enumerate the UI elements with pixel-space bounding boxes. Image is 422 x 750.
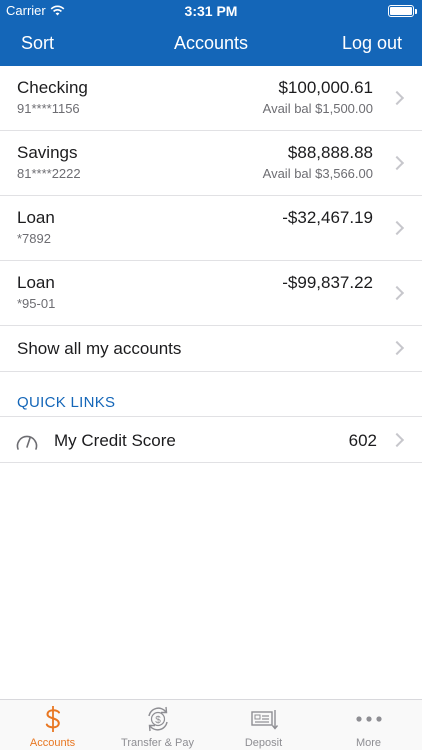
credit-score-value: 602 [348,431,377,450]
chevron-right-icon [389,285,405,301]
chevron-right-icon [389,432,405,448]
chevron-right-icon [389,220,405,236]
tab-label: Accounts [29,737,76,749]
deposit-check-icon [250,710,278,730]
account-name: Loan [17,208,55,227]
dollar-icon [45,706,60,732]
gauge-icon [16,435,38,450]
status-time: 3:31 PM [184,3,238,19]
tab-bar: Accounts $ Transfer & Pay Deposit More [0,699,422,750]
account-balance: $88,888.88 [287,143,373,162]
account-row-loan-9501[interactable]: Loan *95-01 -$99,837.22 [0,261,422,326]
account-name: Checking [17,78,88,97]
navigation-bar: Sort Accounts Log out [0,22,422,66]
available-balance: Avail bal $1,500.00 [262,101,373,116]
account-number: *95-01 [17,296,56,311]
tab-label: Transfer & Pay [121,737,194,749]
tab-more[interactable]: More [316,700,421,750]
tab-accounts[interactable]: Accounts [0,700,105,750]
credit-score-row[interactable]: My Credit Score 602 [0,416,422,463]
svg-text:$: $ [155,715,161,726]
logout-button[interactable]: Log out [342,33,402,54]
tab-label: Deposit [244,737,283,749]
available-balance: Avail bal $3,566.00 [262,166,373,181]
transfer-icon: $ [147,706,168,732]
chevron-right-icon [389,340,405,356]
credit-score-label: My Credit Score [54,431,176,450]
battery-icon [388,5,417,17]
account-row-checking[interactable]: Checking 91****1156 $100,000.61 Avail ba… [0,66,422,131]
quick-links-header: QUICK LINKS [17,394,116,411]
account-row-savings[interactable]: Savings 81****2222 $88,888.88 Avail bal … [0,131,422,196]
status-bar: Carrier 3:31 PM [0,0,422,22]
more-dots-icon [355,716,382,722]
account-balance: -$32,467.19 [282,208,373,227]
chevron-right-icon [389,155,405,171]
top-bar: Carrier 3:31 PM Sort Accounts Log out [0,0,422,66]
tab-label: More [355,737,382,749]
account-number: 81****2222 [17,166,81,181]
account-balance: -$99,837.22 [282,273,373,292]
account-number: *7892 [17,231,51,246]
account-balance: $100,000.61 [278,78,373,97]
account-number: 91****1156 [17,101,80,116]
account-row-loan-7892[interactable]: Loan *7892 -$32,467.19 [0,196,422,261]
tab-transfer-pay[interactable]: $ Transfer & Pay [105,700,210,750]
account-name: Savings [17,143,78,162]
tab-deposit[interactable]: Deposit [211,700,316,750]
account-name: Loan [17,273,55,292]
show-all-label: Show all my accounts [17,339,182,358]
show-all-accounts-row[interactable]: Show all my accounts [0,325,422,372]
chevron-right-icon [389,90,405,106]
